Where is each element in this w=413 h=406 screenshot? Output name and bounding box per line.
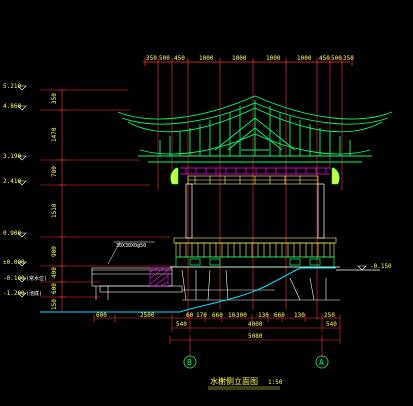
bdim-10: 130 [294,312,305,319]
bdim-11: 250 [324,312,335,319]
level-neg1200: -1.200 [3,290,25,297]
right-level-mark [357,265,367,271]
platform [175,256,335,268]
bdim-7: 300 [236,312,247,319]
level-neg0100: -0.100 [3,275,25,282]
bracket-band [180,167,330,175]
bottom-total-dim: 5080 [248,333,263,340]
axis-label-a: A [319,358,324,367]
member-spec-label: 30X30X0@50 [116,243,146,249]
drawing-scale: 1:50 [268,379,283,386]
columns [185,183,325,239]
vdim-6: 400 [51,267,58,278]
vdim-2: 1470 [51,127,58,142]
bdim-4: 170 [196,312,207,319]
left-vertical-dims: 350 1470 780 1510 900 400 600 150 [51,93,58,310]
axis-bubble-a: A [315,355,329,369]
vdim-3: 780 [51,166,58,177]
top-dim-5: 1000 [232,55,247,62]
vdim-7: 600 [51,283,58,294]
top-dim-10: 350 [343,55,354,62]
top-dim-1: 350 [146,55,157,62]
bdim-2: 2500 [140,312,155,319]
elevation-drawing: 350 500 450 1000 1000 1000 1000 450 500 … [3,55,393,390]
platform-edge [170,266,380,271]
top-dim-2: 500 [159,55,170,62]
drawing-title: 水榭侧立面图 [210,376,258,386]
vdim-8: 150 [51,299,58,310]
vdim-4: 1510 [51,203,58,218]
hatch-block [149,267,169,287]
top-dim-4: 1000 [199,55,214,62]
top-dim-7: 1000 [297,55,312,62]
level-5210: 5.210 [3,83,21,90]
title-underline [208,386,280,390]
level-note-water: (常水位) [26,275,47,282]
level-4860: 4.860 [3,103,21,110]
bottom-dims-row2: 540 4000 540 [176,321,337,328]
balustrade [173,237,337,258]
level-0000: ±0.000 [3,259,25,266]
vdim-5: 900 [51,246,58,257]
bdim-9: 660 [274,312,285,319]
top-dim-8: 450 [319,55,330,62]
vdim-1: 350 [51,93,58,104]
right-level: -0.150 [370,263,392,270]
level-2410: 2.410 [3,178,21,185]
bdim2-3: 540 [326,321,337,328]
level-labels: 5.210 4.860 3.190 2.410 0.900 ±0.000 -0.… [3,83,47,297]
embankment [91,267,183,300]
level-note-bottom: (池底) [26,290,42,297]
bdim2-2: 4000 [248,321,263,328]
level-3190: 3.190 [3,153,21,160]
axis-bubble-b: B [183,355,197,369]
axis-label-b: B [187,358,192,367]
cad-drawing-canvas: 350 500 450 1000 1000 1000 1000 450 500 … [0,0,413,406]
left-vertical-dimension-line [58,89,66,313]
bdim-3: 60 [186,312,194,319]
top-dim-3: 450 [174,55,185,62]
top-dimension-texts: 350 500 450 1000 1000 1000 1000 450 500 … [146,55,354,62]
bdim-1: 600 [96,312,107,319]
bdim-5: 660 [212,312,223,319]
bdim-8: 130 [258,312,269,319]
bdim2-1: 540 [176,321,187,328]
bdim-6: 10 [228,312,236,319]
roof [117,95,393,163]
top-dim-6: 1000 [266,55,281,62]
top-dim-9: 500 [331,55,342,62]
foundation [181,269,340,301]
level-0900: 0.900 [3,230,21,237]
